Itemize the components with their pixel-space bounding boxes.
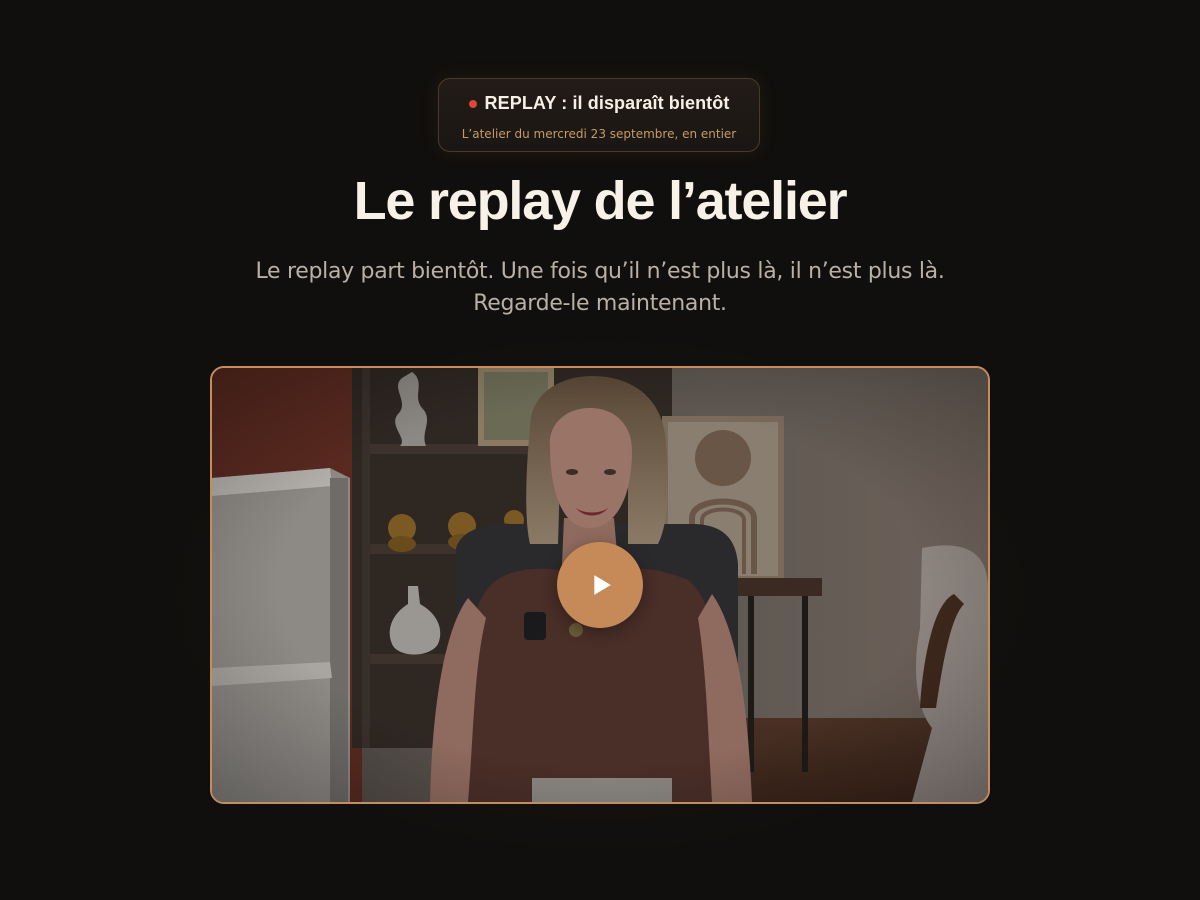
play-button[interactable] bbox=[557, 542, 643, 628]
page-title: Le replay de l’atelier bbox=[353, 171, 848, 231]
badge-subtitle: L’atelier du mercredi 23 septembre, en e… bbox=[461, 127, 737, 141]
subtitle-line: Le replay part bientôt. Une fois qu’il n… bbox=[255, 259, 945, 284]
badge-title: REPLAY : il disparaît bientôt bbox=[484, 93, 730, 113]
badge-header: REPLAY : il disparaît bientôt bbox=[439, 93, 759, 114]
subtitle-line: Regarde-le maintenant. bbox=[473, 291, 727, 316]
live-dot-icon bbox=[468, 100, 477, 108]
replay-page: REPLAY : il disparaît bientôt L’atelier … bbox=[0, 0, 1200, 900]
page-subtitle: Le replay part bientôt. Une fois qu’il n… bbox=[200, 256, 1000, 320]
video-player[interactable] bbox=[210, 366, 990, 804]
replay-badge: REPLAY : il disparaît bientôt L’atelier … bbox=[438, 78, 760, 152]
play-icon bbox=[594, 575, 611, 595]
